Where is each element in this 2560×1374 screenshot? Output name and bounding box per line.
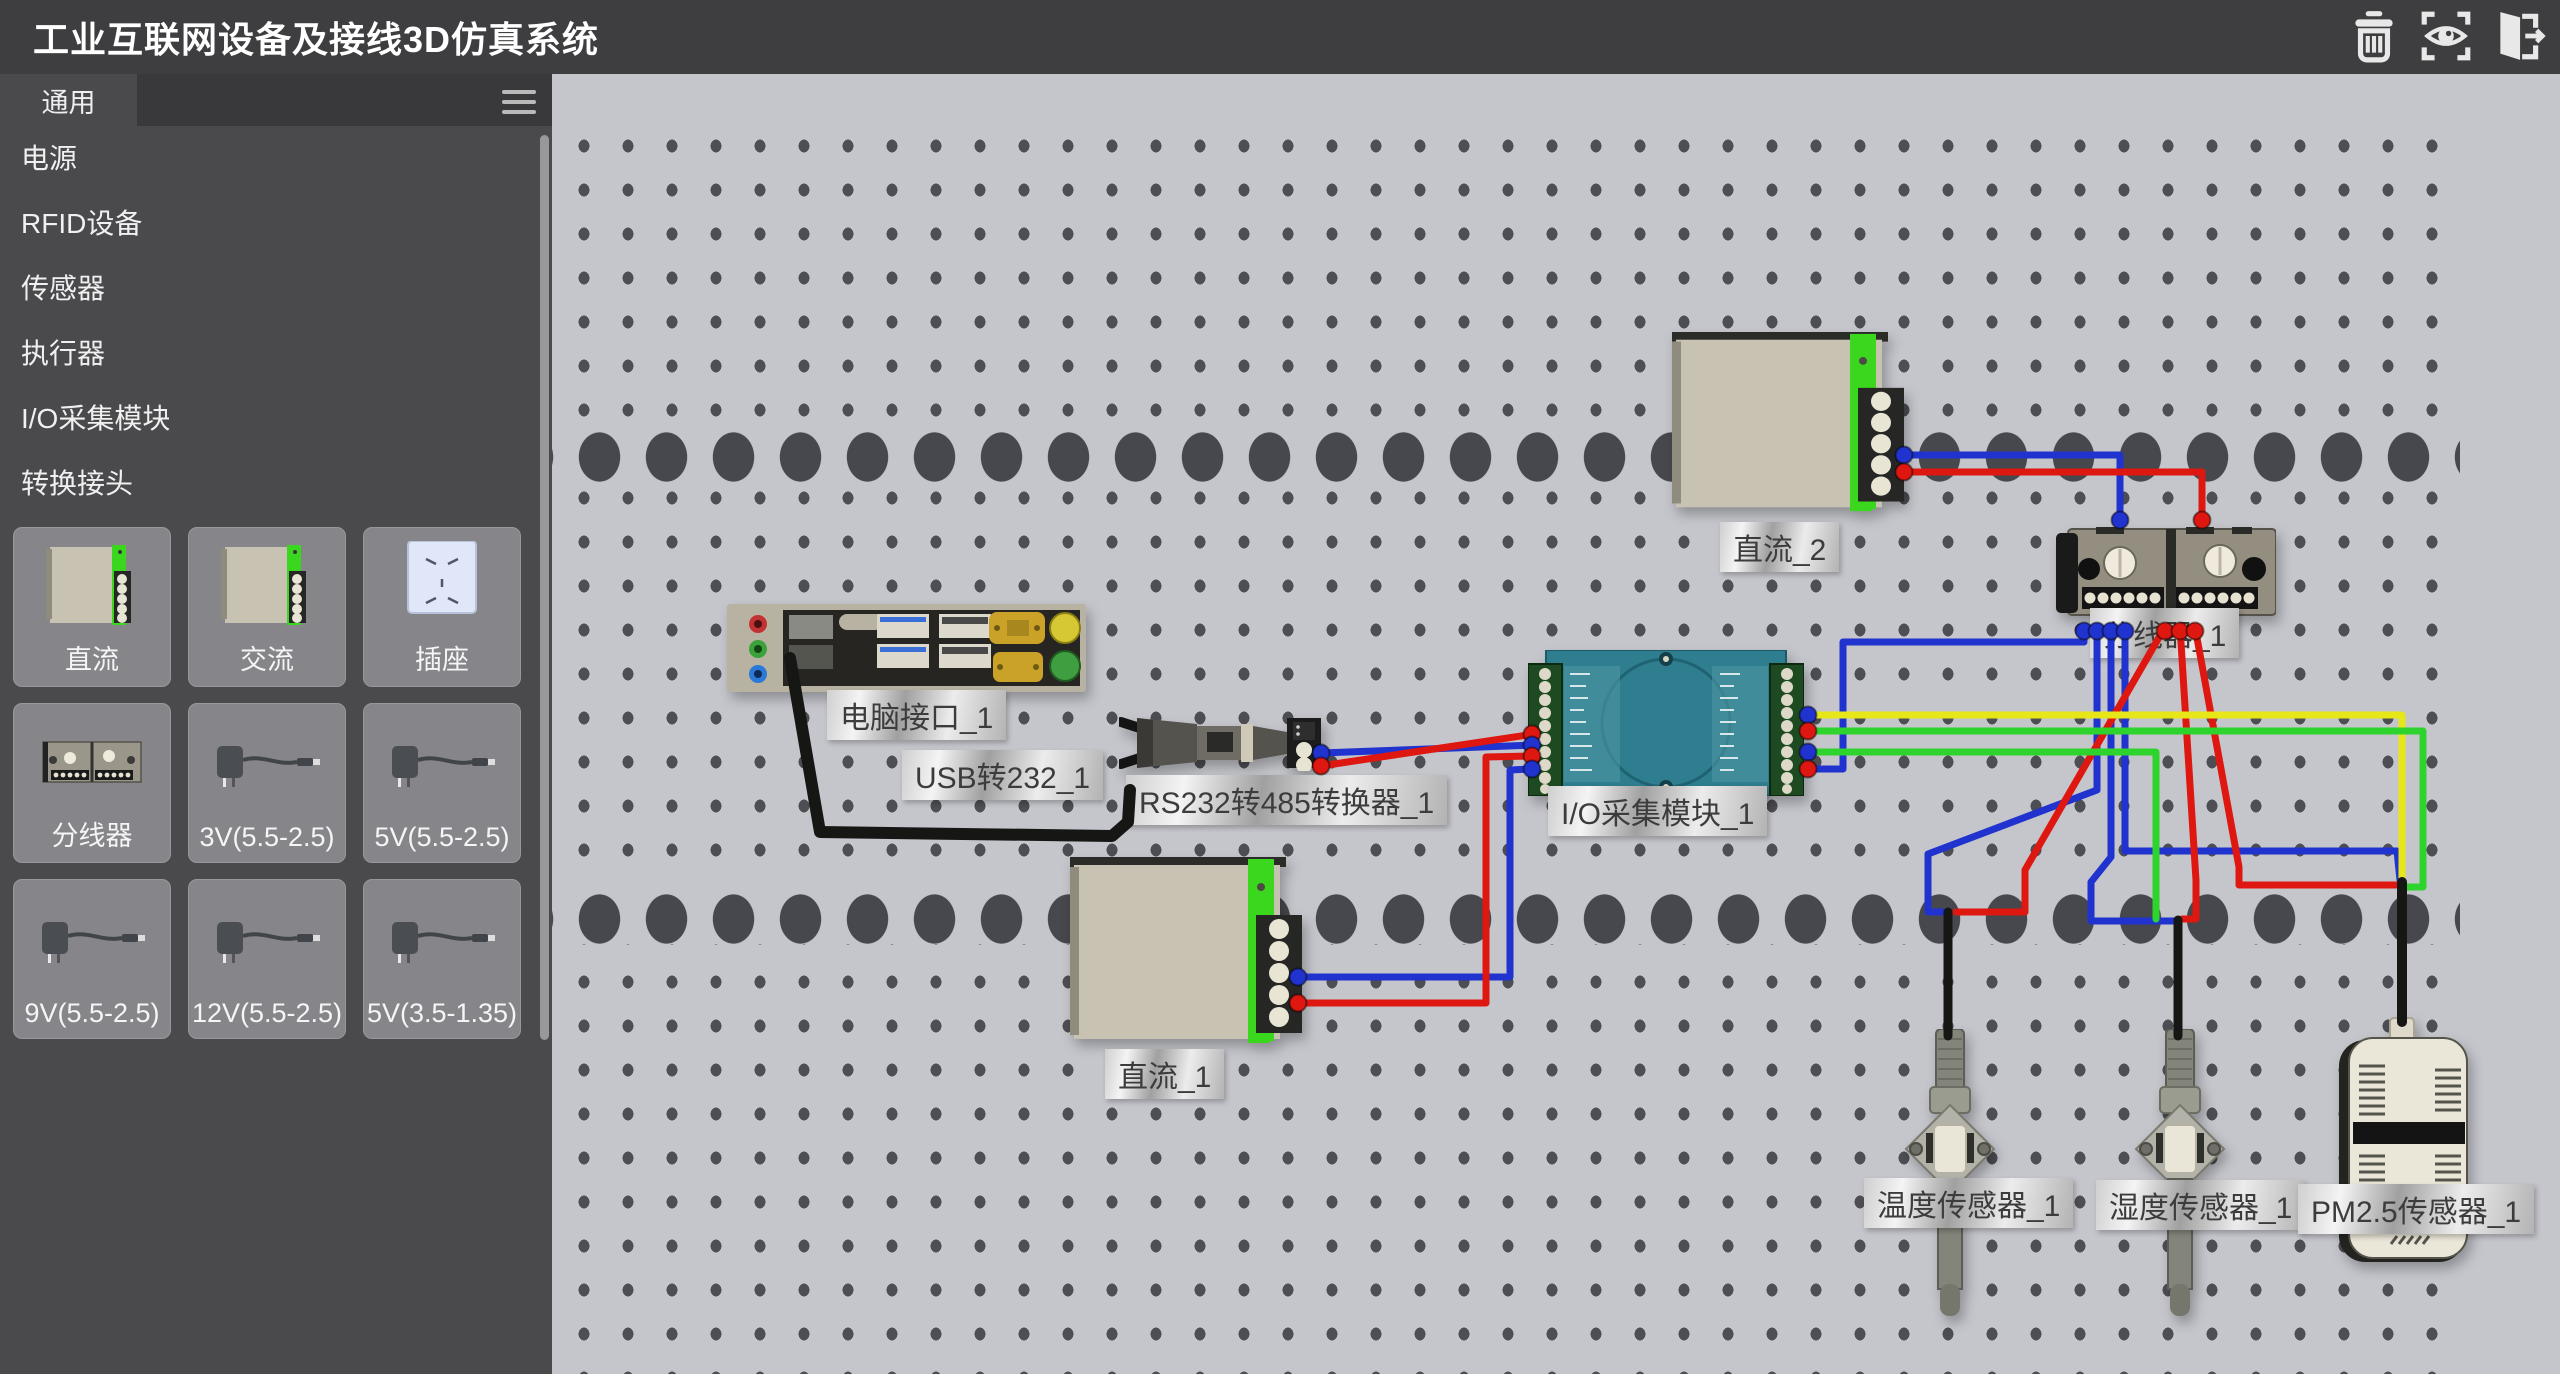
component-grid: 直流 交流 插座分线器 3V(5.5-2.5) 5V(5.5-2.5) 9V(5.5-2.… [13, 527, 539, 1039]
psu-thumb-icon [217, 528, 317, 638]
component-card-8[interactable]: 5V(3.5-1.35) [363, 879, 521, 1039]
device-label-io: I/O采集模块_1 [1548, 786, 1767, 836]
device-label-usb232: USB转232_1 [902, 750, 1103, 800]
device-io-module[interactable] [1528, 650, 1804, 796]
adapter-thumb-icon [380, 880, 504, 998]
component-card-7[interactable]: 12V(5.5-2.5) [188, 879, 346, 1039]
component-card-3[interactable]: 分线器 [13, 703, 171, 863]
device-humidity-sensor[interactable] [2130, 1029, 2230, 1319]
sidebar-item-1[interactable]: RFID设备 [0, 191, 540, 256]
toolbar [2346, 8, 2546, 64]
sidebar-item-2[interactable]: 传感器 [0, 256, 540, 321]
component-label: 5V(5.5-2.5) [374, 822, 509, 853]
component-card-1[interactable]: 交流 [188, 527, 346, 687]
app-title: 工业互联网设备及接线3D仿真系统 [0, 11, 599, 63]
simulation-canvas[interactable]: 电脑接口_1 USB转232_1 RS232转485转换器_1 直流_1 I/O… [552, 74, 2560, 1374]
component-label: 9V(5.5-2.5) [24, 998, 159, 1029]
component-label: 3V(5.5-2.5) [199, 822, 334, 853]
component-card-6[interactable]: 9V(5.5-2.5) [13, 879, 171, 1039]
component-sidebar: 通用 电源RFID设备传感器执行器I/O采集模块转换接头 直流 交流 插座分线器 3V… [0, 74, 552, 1374]
device-dc-power-2[interactable] [1672, 332, 1906, 515]
sidebar-item-4[interactable]: I/O采集模块 [0, 386, 540, 451]
component-card-4[interactable]: 3V(5.5-2.5) [188, 703, 346, 863]
component-label: 插座 [415, 638, 469, 677]
component-label: 分线器 [52, 814, 133, 853]
exit-button[interactable] [2490, 8, 2546, 64]
menu-icon[interactable] [502, 84, 536, 118]
device-label-humidity: 湿度传感器_1 [2096, 1180, 2305, 1230]
top-bar: 工业互联网设备及接线3D仿真系统 [0, 0, 2560, 74]
device-temperature-sensor[interactable] [1900, 1029, 2000, 1319]
component-label: 5V(3.5-1.35) [367, 998, 517, 1029]
device-label-splitter: 分线器_1 [2090, 608, 2239, 658]
view-button[interactable] [2418, 8, 2474, 64]
component-label: 交流 [240, 638, 294, 677]
logout-icon [2490, 8, 2546, 64]
category-list: 电源RFID设备传感器执行器I/O采集模块转换接头 [0, 126, 540, 516]
sidebar-tab-row: 通用 [0, 74, 552, 126]
device-label-temp: 温度传感器_1 [1864, 1178, 2073, 1228]
sidebar-item-5[interactable]: 转换接头 [0, 451, 540, 516]
splitter-thumb-icon [37, 704, 147, 814]
device-label-dc2: 直流_2 [1720, 522, 1839, 572]
pegboard-large-hole-row [552, 886, 2460, 944]
sidebar-item-3[interactable]: 执行器 [0, 321, 540, 386]
component-label: 直流 [65, 638, 119, 677]
pegboard-large-hole-row [552, 424, 2460, 482]
device-dc-power-1[interactable] [1070, 857, 1304, 1047]
device-label-computer: 电脑接口_1 [827, 690, 1006, 740]
device-label-dc1: 直流_1 [1105, 1049, 1224, 1099]
adapter-thumb-icon [380, 704, 504, 822]
component-card-2[interactable]: 插座 [363, 527, 521, 687]
sidebar-scrollbar[interactable] [540, 135, 549, 1040]
device-label-pm25: PM2.5传感器_1 [2298, 1184, 2534, 1234]
component-card-5[interactable]: 5V(5.5-2.5) [363, 703, 521, 863]
psu-thumb-icon [42, 528, 142, 638]
sidebar-item-0[interactable]: 电源 [0, 126, 540, 191]
app-window: 工业互联网设备及接线3D仿真系统 [0, 0, 2560, 1374]
device-label-rs232485: RS232转485转换器_1 [1126, 775, 1447, 825]
adapter-thumb-icon [30, 880, 154, 998]
component-card-0[interactable]: 直流 [13, 527, 171, 687]
tab-general[interactable]: 通用 [0, 74, 137, 126]
adapter-thumb-icon [205, 704, 329, 822]
socket-thumb-icon [392, 528, 492, 638]
device-usb-to-serial-converter[interactable] [1119, 714, 1323, 771]
adapter-thumb-icon [205, 880, 329, 998]
trash-icon [2346, 8, 2402, 64]
delete-button[interactable] [2346, 8, 2402, 64]
device-computer-interface[interactable] [727, 604, 1086, 692]
component-label: 12V(5.5-2.5) [192, 998, 342, 1029]
eye-icon [2418, 8, 2474, 64]
